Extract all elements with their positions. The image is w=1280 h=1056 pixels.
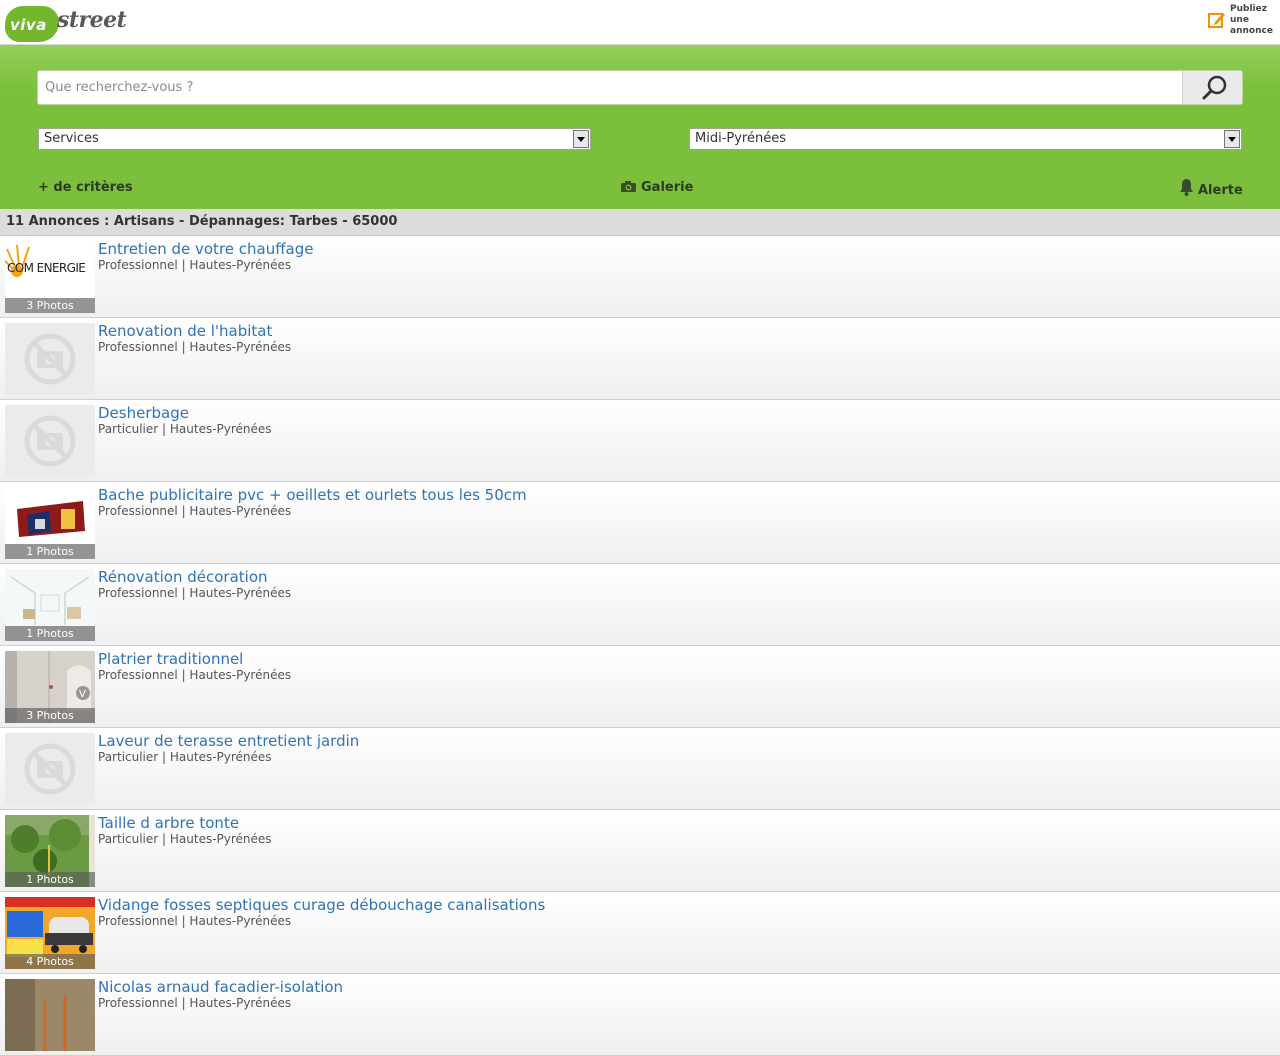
listing-title[interactable]: Laveur de terasse entretient jardin — [98, 732, 359, 750]
photo-count: 4 Photos — [5, 954, 95, 969]
photo-count: 3 Photos — [5, 708, 95, 723]
listing-title[interactable]: Platrier traditionnel — [98, 650, 243, 668]
photo-count: 3 Photos — [5, 298, 95, 313]
listing-title[interactable]: Taille d arbre tonte — [98, 814, 239, 832]
listing-meta: Professionnel | Hautes-Pyrénées — [98, 586, 292, 600]
listing-thumbnail[interactable] — [5, 405, 95, 477]
listing-meta: Professionnel | Hautes-Pyrénées — [98, 914, 292, 928]
listing-thumbnail[interactable]: 4 Photos — [5, 897, 95, 969]
search-input[interactable] — [38, 71, 1182, 104]
listing-title[interactable]: Bache publicitaire pvc + oeillets et our… — [98, 486, 527, 504]
list-item[interactable]: COM ENERGIE 3 Photos Entretien de votre … — [0, 236, 1280, 318]
listing-title[interactable]: Vidange fosses septiques curage déboucha… — [98, 896, 545, 914]
listing-title[interactable]: Desherbage — [98, 404, 189, 422]
list-item[interactable]: V 3 Photos Platrier traditionnel Profess… — [0, 646, 1280, 728]
listing-thumbnail[interactable] — [5, 979, 95, 1051]
header-bar: viva street Publiez une annonce — [0, 0, 1280, 45]
results-summary-bar: 11 Annonces : Artisans - Dépannages: Tar… — [0, 209, 1280, 236]
no-photo-icon — [5, 323, 95, 395]
chevron-down-icon — [1224, 130, 1240, 148]
search-icon — [1202, 75, 1227, 100]
search-button[interactable] — [1182, 71, 1242, 104]
listing-thumbnail[interactable]: 1 Photos — [5, 487, 95, 559]
listing-meta: Professionnel | Hautes-Pyrénées — [98, 504, 292, 518]
photo-count: 1 Photos — [5, 626, 95, 641]
facade-photo — [5, 979, 95, 1051]
photo-count: 1 Photos — [5, 872, 95, 887]
listing-thumbnail[interactable]: 1 Photos — [5, 569, 95, 641]
listing-thumbnail[interactable]: 1 Photos — [5, 815, 95, 887]
list-item[interactable]: Laveur de terasse entretient jardin Part… — [0, 728, 1280, 810]
listing-title[interactable]: Nicolas arnaud facadier-isolation — [98, 978, 343, 996]
no-photo-icon — [5, 405, 95, 477]
listing-meta: Professionnel | Hautes-Pyrénées — [98, 258, 292, 272]
list-item[interactable]: 4 Photos Vidange fosses septiques curage… — [0, 892, 1280, 974]
publish-label: Publiez une annonce — [1230, 4, 1273, 36]
listing-list: COM ENERGIE 3 Photos Entretien de votre … — [0, 236, 1280, 1056]
region-select[interactable]: Midi-Pyrénées — [689, 128, 1242, 150]
logo-street-text: street — [57, 7, 127, 33]
listing-thumbnail[interactable]: V 3 Photos — [5, 651, 95, 723]
listing-meta: Particulier | Hautes-Pyrénées — [98, 750, 272, 764]
photo-count: 1 Photos — [5, 544, 95, 559]
listing-meta: Particulier | Hautes-Pyrénées — [98, 832, 272, 846]
category-value: Services — [44, 131, 99, 146]
listing-meta: Professionnel | Hautes-Pyrénées — [98, 996, 292, 1010]
list-item[interactable]: Desherbage Particulier | Hautes-Pyrénées — [0, 400, 1280, 482]
search-panel: Services Midi-Pyrénées + de critères Gal… — [0, 45, 1280, 209]
results-summary: 11 Annonces : Artisans - Dépannages: Tar… — [6, 214, 398, 229]
alert-link[interactable]: Alerte — [1179, 178, 1243, 198]
listing-title[interactable]: Rénovation décoration — [98, 568, 268, 586]
listing-title[interactable]: Renovation de l'habitat — [98, 322, 272, 340]
thumb-logo-text: COM ENERGIE — [7, 261, 86, 275]
category-select[interactable]: Services — [38, 128, 591, 150]
logo-viva-text: viva — [10, 16, 47, 34]
listing-thumbnail[interactable]: COM ENERGIE 3 Photos — [5, 241, 95, 313]
listing-title[interactable]: Entretien de votre chauffage — [98, 240, 314, 258]
listing-meta: Professionnel | Hautes-Pyrénées — [98, 340, 292, 354]
listing-meta: Professionnel | Hautes-Pyrénées — [98, 668, 292, 682]
region-value: Midi-Pyrénées — [695, 131, 786, 146]
svg-text:V: V — [79, 689, 86, 700]
camera-icon — [621, 181, 636, 192]
bell-icon — [1180, 179, 1193, 196]
no-photo-icon — [5, 733, 95, 805]
list-item[interactable]: Nicolas arnaud facadier-isolation Profes… — [0, 974, 1280, 1056]
more-criteria-link[interactable]: + de critères — [38, 180, 133, 195]
gallery-link[interactable]: Galerie — [620, 180, 693, 195]
list-item[interactable]: Renovation de l'habitat Professionnel | … — [0, 318, 1280, 400]
publish-ad-button[interactable]: Publiez une annonce — [1208, 4, 1273, 36]
list-item[interactable]: 1 Photos Rénovation décoration Professio… — [0, 564, 1280, 646]
listing-thumbnail[interactable] — [5, 733, 95, 805]
edit-icon — [1208, 13, 1225, 28]
listing-meta: Particulier | Hautes-Pyrénées — [98, 422, 272, 436]
chevron-down-icon — [573, 130, 589, 148]
vivastreet-logo[interactable]: viva street — [5, 4, 127, 44]
list-item[interactable]: 1 Photos Bache publicitaire pvc + oeille… — [0, 482, 1280, 564]
list-item[interactable]: 1 Photos Taille d arbre tonte Particulie… — [0, 810, 1280, 892]
search-box — [37, 70, 1243, 105]
listing-thumbnail[interactable] — [5, 323, 95, 395]
